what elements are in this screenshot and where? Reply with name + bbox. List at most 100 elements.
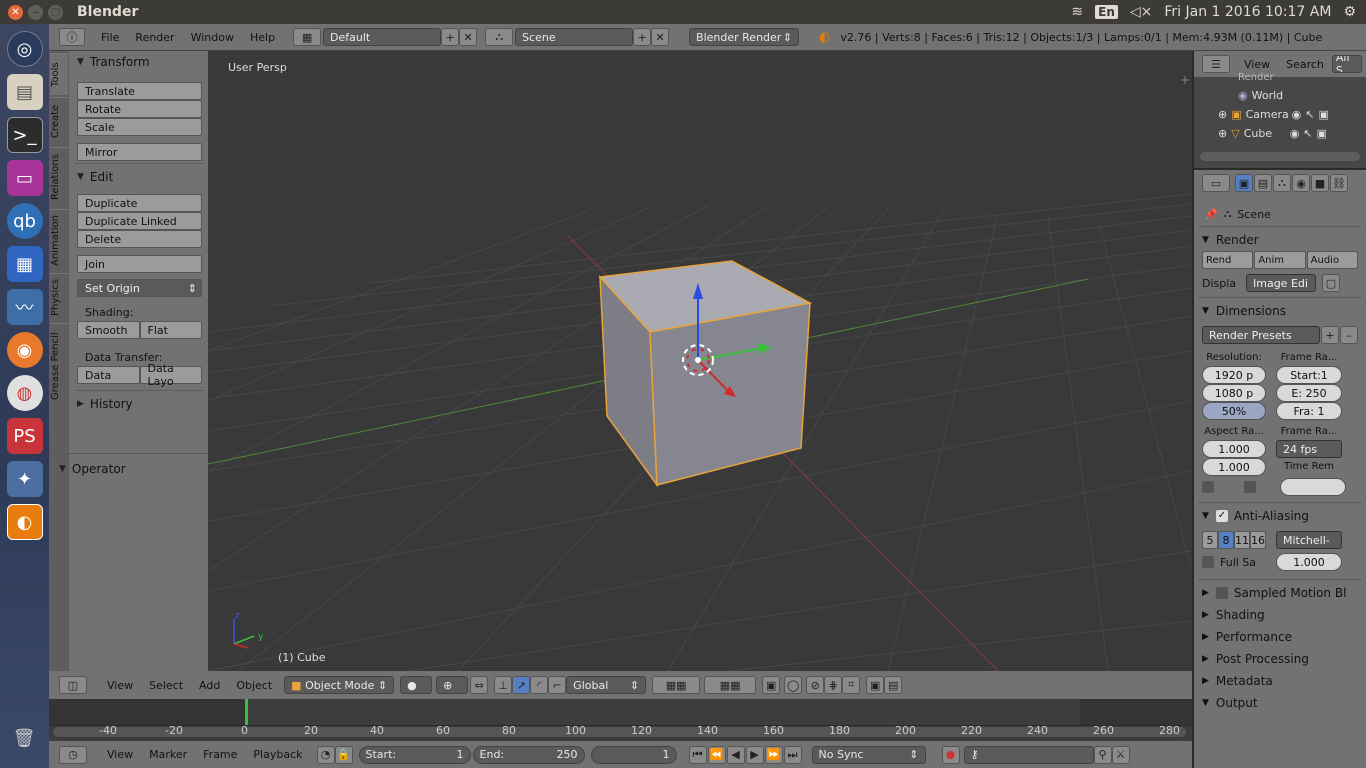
menu-select[interactable]: Select bbox=[141, 679, 191, 692]
resolution-y-field[interactable]: 1080 p bbox=[1202, 384, 1266, 402]
aa-samples-11[interactable]: 11 bbox=[1234, 531, 1250, 549]
delete-keyframe-icon[interactable]: ⚔ bbox=[1111, 745, 1130, 764]
menu-file[interactable]: File bbox=[93, 31, 127, 44]
time-remap-fields[interactable] bbox=[1280, 478, 1346, 496]
scene-icon[interactable]: ⛬ bbox=[485, 28, 514, 46]
border-checkbox[interactable] bbox=[1202, 481, 1214, 493]
pin-icon[interactable]: 📌 bbox=[1204, 208, 1218, 221]
close-button[interactable]: ✕ bbox=[8, 4, 23, 20]
aa-samples-16[interactable]: 16 bbox=[1250, 531, 1266, 549]
rotate-button[interactable]: Rotate bbox=[77, 100, 202, 118]
jump-end-icon[interactable]: ⏭ bbox=[783, 745, 802, 764]
shading-select[interactable]: ● bbox=[400, 676, 433, 694]
output-panel-header[interactable]: ▼ Output bbox=[1194, 692, 1366, 714]
pivot-select[interactable]: ⊕ bbox=[436, 676, 469, 694]
frame-step-field[interactable]: Fra: 1 bbox=[1276, 402, 1342, 420]
full-sample-checkbox[interactable] bbox=[1202, 556, 1214, 568]
anti-aliasing-header[interactable]: ▼ ✓ Anti-Aliasing bbox=[1194, 505, 1366, 527]
outliner-item-world[interactable]: ◉ World bbox=[1238, 89, 1283, 102]
menu-help[interactable]: Help bbox=[242, 31, 283, 44]
rotate-manipulator-icon[interactable]: ◜ bbox=[530, 676, 549, 694]
layers-tab-icon[interactable]: ▤ bbox=[1254, 174, 1272, 192]
current-frame-field[interactable]: 1 bbox=[590, 745, 677, 764]
outliner-item-cube[interactable]: ⊕ ▽ Cube ◉ ↖ ▣ bbox=[1218, 127, 1366, 140]
layout-field[interactable]: Default bbox=[323, 28, 442, 46]
metadata-panel-header[interactable]: ▶ Metadata bbox=[1194, 670, 1366, 692]
filter-size-field[interactable]: 1.000 bbox=[1276, 553, 1342, 571]
menu-view[interactable]: View bbox=[99, 748, 141, 761]
prev-keyframe-icon[interactable]: ⏪ bbox=[707, 745, 726, 764]
edit-header[interactable]: ▼ Edit bbox=[71, 166, 208, 188]
volume-icon[interactable]: ◁× bbox=[1130, 4, 1153, 20]
insert-keyframe-icon[interactable]: ⚲ bbox=[1093, 745, 1112, 764]
next-keyframe-icon[interactable]: ⏩ bbox=[764, 745, 783, 764]
resolution-x-field[interactable]: 1920 p bbox=[1202, 366, 1266, 384]
render-tab-icon[interactable]: ▣ bbox=[1235, 174, 1253, 192]
preview-range-icon[interactable]: ◔ bbox=[316, 745, 335, 764]
chrome-icon[interactable]: ◍ bbox=[6, 375, 43, 411]
viewport-canvas[interactable]: z y + bbox=[208, 51, 1192, 671]
history-header[interactable]: ▶ History bbox=[71, 393, 208, 415]
blender-icon[interactable]: ◐ bbox=[6, 504, 43, 540]
tab-relations[interactable]: Relations bbox=[50, 147, 68, 207]
timeline-area[interactable]: -40 -20 0 20 40 60 80 100 120 140 160 18… bbox=[49, 699, 1192, 741]
add-preset-button[interactable]: + bbox=[1321, 326, 1339, 344]
layout-icon[interactable]: ▦ bbox=[293, 28, 322, 46]
transform-header[interactable]: ▼ Transform bbox=[71, 51, 208, 73]
smooth-button[interactable]: Smooth bbox=[77, 321, 140, 339]
cube[interactable] bbox=[598, 260, 813, 488]
keying-set-field[interactable]: ⚷ bbox=[963, 745, 1094, 764]
dash-icon[interactable]: ◎ bbox=[6, 31, 43, 67]
scene-tab-icon[interactable]: ⛬ bbox=[1273, 174, 1291, 192]
aa-samples-8[interactable]: 8 bbox=[1218, 531, 1234, 549]
files-icon[interactable]: ▤ bbox=[6, 74, 43, 110]
snap-toggle-icon[interactable]: ⊘ bbox=[806, 676, 825, 694]
cursor-icon[interactable]: ↖ bbox=[1305, 108, 1314, 121]
power-icon[interactable]: ⚙ bbox=[1343, 4, 1356, 20]
add-layout-button[interactable]: + bbox=[441, 28, 460, 46]
proportional-edit-icon[interactable]: ◯ bbox=[784, 676, 803, 694]
render-animation-button[interactable]: Anim bbox=[1254, 251, 1306, 269]
translate-manipulator-icon[interactable]: ↗ bbox=[512, 676, 531, 694]
duplicate-button[interactable]: Duplicate bbox=[77, 194, 202, 212]
menu-window[interactable]: Window bbox=[183, 31, 242, 44]
render-panel-header[interactable]: ▼ Render bbox=[1194, 229, 1366, 251]
render-icon[interactable]: ▣ bbox=[1318, 108, 1328, 121]
monitor-icon[interactable]: 〰 bbox=[6, 289, 43, 325]
wifi-icon[interactable]: ≋ bbox=[1071, 4, 1083, 20]
aspect-y-field[interactable]: 1.000 bbox=[1202, 458, 1266, 476]
info-editor-icon[interactable]: ⓘ bbox=[59, 28, 85, 46]
play-reverse-icon[interactable]: ◀ bbox=[726, 745, 745, 764]
eye-icon[interactable]: ◉ bbox=[1292, 108, 1302, 121]
render-image-button[interactable]: Rend bbox=[1202, 251, 1254, 269]
menu-view[interactable]: View bbox=[1236, 58, 1278, 71]
layers-left-icon[interactable]: ▦▦ bbox=[652, 676, 701, 694]
menu-search[interactable]: Search bbox=[1278, 58, 1332, 71]
firefox-icon[interactable]: ◉ bbox=[6, 332, 43, 368]
lock-layers-icon[interactable]: ▣ bbox=[762, 676, 781, 694]
outliner-editor-icon[interactable]: ☰ bbox=[1202, 55, 1230, 73]
clock[interactable]: Fri Jan 1 2016 10:17 AM bbox=[1164, 4, 1331, 20]
delete-button[interactable]: Delete bbox=[77, 230, 202, 248]
remove-scene-button[interactable]: ✕ bbox=[651, 28, 670, 46]
render-icon[interactable]: ▣ bbox=[1317, 127, 1327, 140]
snap-element-icon[interactable]: ⋕ bbox=[824, 676, 843, 694]
flat-button[interactable]: Flat bbox=[139, 321, 202, 339]
post-processing-panel-header[interactable]: ▶ Post Processing bbox=[1194, 648, 1366, 670]
outliner-scrollbar[interactable] bbox=[1200, 152, 1360, 161]
mode-select[interactable]: ■ Object Mode ⇕ bbox=[284, 676, 395, 694]
snap-target-icon[interactable]: ⌗ bbox=[842, 676, 861, 694]
world-tab-icon[interactable]: ◉ bbox=[1292, 174, 1310, 192]
keyboard-layout[interactable]: En bbox=[1095, 5, 1118, 19]
properties-editor-icon[interactable]: ▭ bbox=[1202, 174, 1230, 192]
lock-icon[interactable]: 🔒 bbox=[334, 745, 353, 764]
manipulator-axes-icon[interactable]: ⊥ bbox=[494, 676, 513, 694]
play-icon[interactable]: ▶ bbox=[745, 745, 764, 764]
outliner-item-camera[interactable]: ⊕ ▣ Camera ◉ ↖ ▣ bbox=[1218, 108, 1366, 121]
performance-panel-header[interactable]: ▶ Performance bbox=[1194, 626, 1366, 648]
software-icon[interactable]: ▭ bbox=[6, 160, 43, 196]
jump-start-icon[interactable]: ⏮ bbox=[688, 745, 707, 764]
current-frame-marker[interactable] bbox=[245, 699, 248, 725]
aspect-x-field[interactable]: 1.000 bbox=[1202, 440, 1266, 458]
frame-end-field[interactable]: E: 250 bbox=[1276, 384, 1342, 402]
